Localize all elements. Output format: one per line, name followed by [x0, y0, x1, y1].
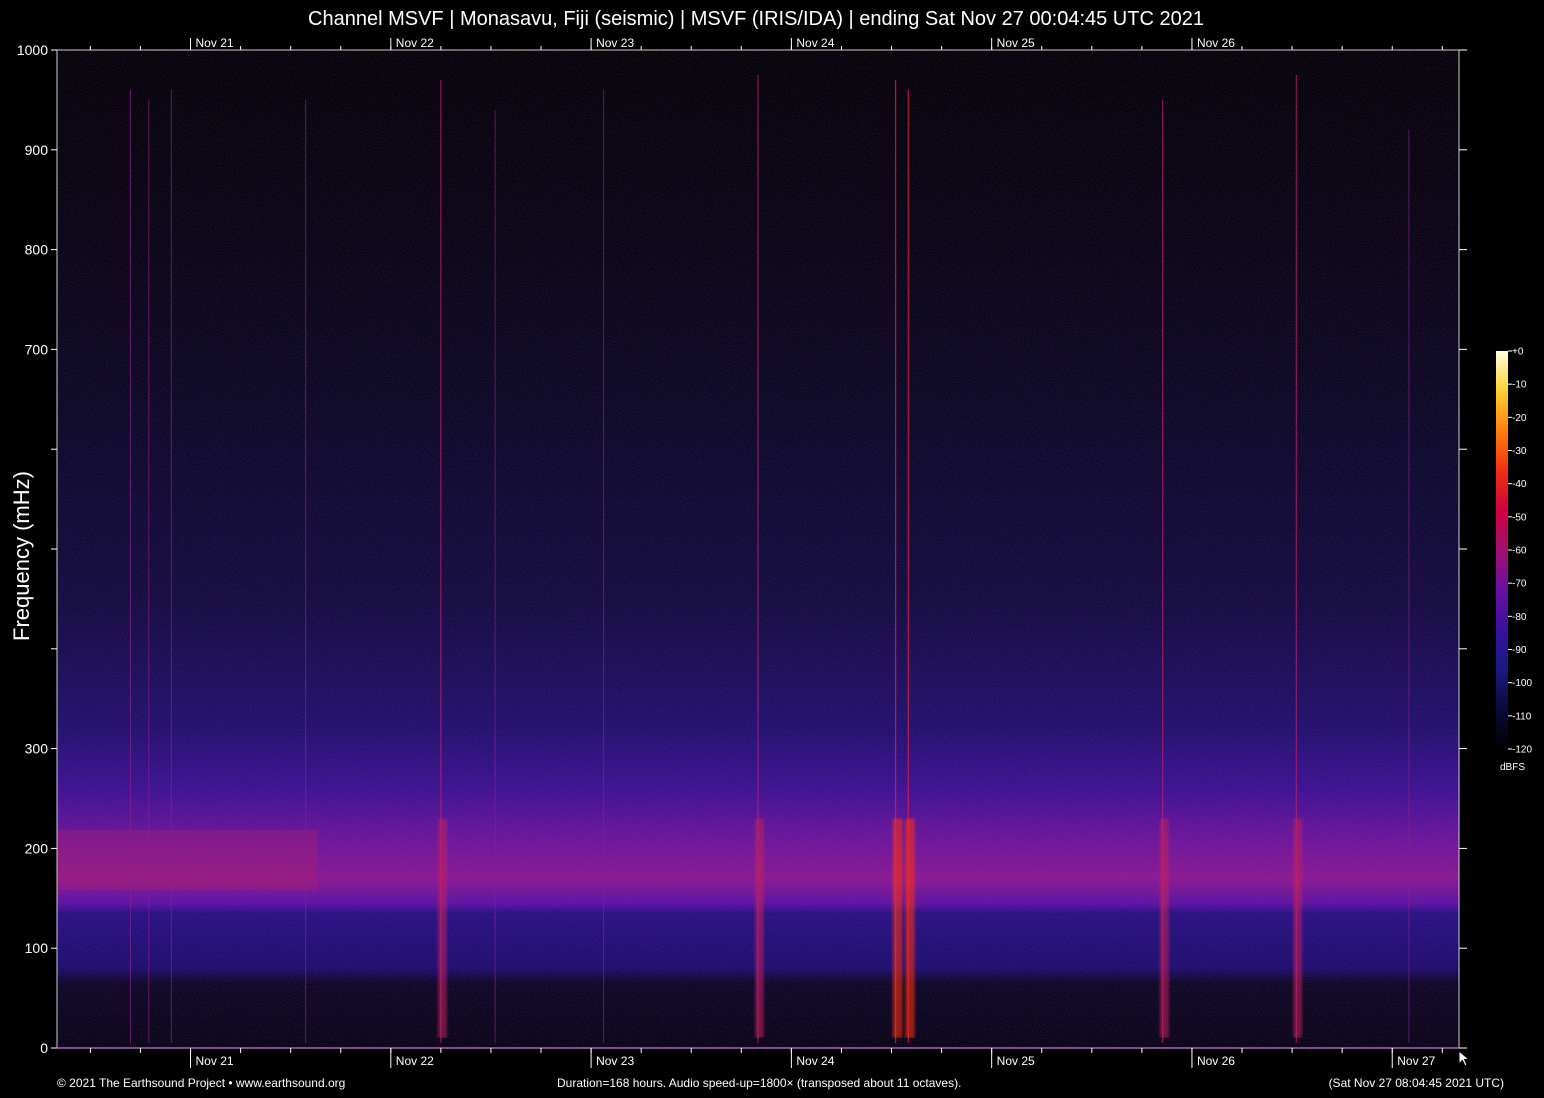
colorbar-tick-label: -90	[1512, 645, 1527, 656]
x-tick-label-bottom: Nov 25	[997, 1054, 1035, 1068]
spectrogram-chart: 0 100 200 300 700 800 900 1000 Nov 21 Nov 22 Nov …	[17, 36, 1532, 1068]
x-tick-label-top: Nov 25	[997, 36, 1035, 50]
event-low-freq-energy	[905, 818, 915, 1038]
x-tick-label-top: Nov 23	[596, 36, 634, 50]
colorbar-tick-label: -10	[1512, 380, 1527, 391]
colorbar-tick-label: -40	[1512, 479, 1527, 490]
x-tick-label-bottom: Nov 22	[396, 1054, 434, 1068]
colorbar-unit-label: dBFS	[1500, 762, 1526, 773]
colorbar-tick-label: -70	[1512, 579, 1527, 590]
colorbar-tick-label: -50	[1512, 512, 1527, 523]
footer-timestamp: (Sat Nov 27 08:04:45 2021 UTC)	[1328, 1076, 1504, 1090]
colorbar-tick-label: -100	[1512, 678, 1532, 689]
colorbar-tick-label: -30	[1512, 446, 1527, 457]
x-tick-label-bottom: Nov 23	[596, 1054, 634, 1068]
colorbar-tick-label: -20	[1512, 413, 1527, 424]
x-tick-label-bottom: Nov 24	[796, 1054, 834, 1068]
event-low-freq-energy	[755, 818, 764, 1038]
y-tick-label: 300	[25, 741, 49, 757]
colorbar-tick-label: +0	[1512, 347, 1524, 358]
x-tick-label-top: Nov 24	[796, 36, 834, 50]
y-tick-label: 1000	[17, 42, 48, 58]
colorbar-tick-label: -80	[1512, 612, 1527, 623]
x-tick-label-bottom: Nov 27	[1397, 1054, 1435, 1068]
event-low-freq-energy	[892, 818, 903, 1038]
y-tick-label: 700	[25, 341, 49, 357]
colorbar-tick-label: -110	[1512, 711, 1532, 722]
colorbar-tick-label: -60	[1512, 546, 1527, 557]
y-tick-label: 200	[25, 840, 49, 856]
colorbar-gradient	[1496, 351, 1508, 749]
x-tick-label-top: Nov 26	[1197, 36, 1235, 50]
footer-copyright: © 2021 The Earthsound Project • www.eart…	[57, 1076, 346, 1090]
y-tick-label: 900	[25, 142, 49, 158]
y-tick-label: 100	[25, 940, 49, 956]
y-tick-label: 0	[40, 1040, 48, 1056]
event-low-freq-energy	[437, 818, 447, 1038]
x-tick-label-top: Nov 21	[196, 36, 234, 50]
event-low-freq-energy	[1159, 818, 1169, 1038]
x-tick-label-bottom: Nov 26	[1197, 1054, 1235, 1068]
colorbar: +0 -10 -20 -30 -40 -50 -60 -70 -80 -90 -100 -110 -12…	[1496, 347, 1532, 756]
x-tick-label-top: Nov 22	[396, 36, 434, 50]
footer-duration: Duration=168 hours. Audio speed-up=1800×…	[557, 1076, 962, 1090]
event-low-freq-energy	[1293, 818, 1303, 1038]
mouse-pointer-icon	[1458, 1050, 1471, 1067]
colorbar-tick-label: -120	[1512, 745, 1532, 756]
y-tick-label: 800	[25, 242, 49, 258]
left-warm-patch	[57, 830, 317, 890]
x-tick-label-bottom: Nov 21	[196, 1054, 234, 1068]
